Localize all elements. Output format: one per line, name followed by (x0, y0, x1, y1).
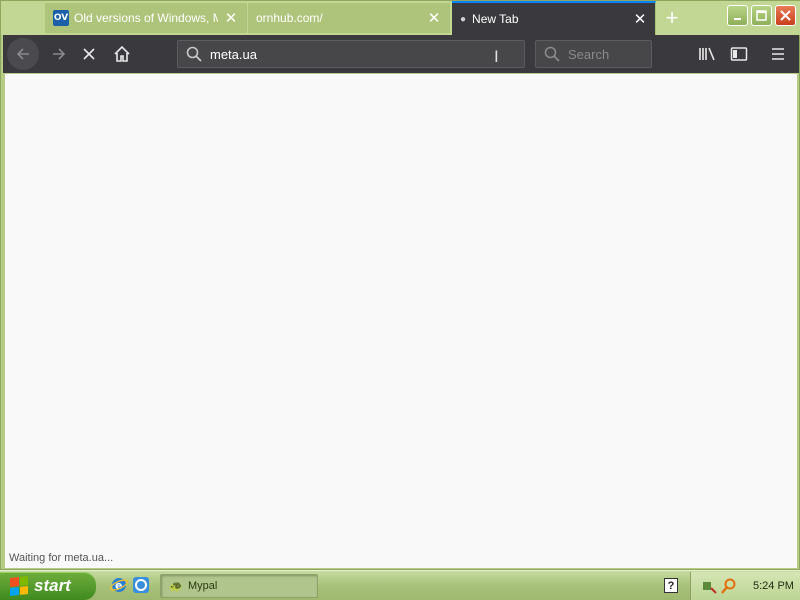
quicklaunch-browser[interactable] (132, 576, 150, 594)
search-bar[interactable]: Search (535, 40, 652, 68)
status-text: Waiting for meta.ua... (5, 550, 118, 566)
close-icon[interactable]: ✕ (224, 10, 238, 27)
close-icon[interactable]: ✕ (633, 11, 647, 28)
back-arrow-icon (16, 48, 29, 60)
stop-button[interactable] (73, 38, 105, 70)
tab-title: New Tab (472, 12, 519, 26)
home-icon (114, 45, 130, 62)
network-icon[interactable] (701, 578, 717, 594)
quicklaunch-ie[interactable]: e (110, 576, 128, 594)
url-text: meta.ua (210, 46, 257, 62)
magnifier-tray-icon[interactable] (721, 578, 737, 594)
back-button[interactable] (7, 38, 39, 70)
start-button[interactable]: start (0, 572, 96, 600)
clock[interactable]: 5:24 PM (753, 580, 794, 592)
taskbar-item-label: Mypal (188, 580, 218, 592)
minimize-button[interactable] (727, 5, 748, 26)
new-tab-button[interactable]: + (657, 3, 687, 33)
minimize-icon (733, 17, 741, 20)
tab-old-versions[interactable]: OV Old versions of Windows, Ma ✕ (45, 3, 247, 33)
maximize-button[interactable] (751, 5, 772, 26)
home-button[interactable] (106, 38, 138, 70)
start-label: start (34, 576, 71, 595)
library-button[interactable] (691, 38, 723, 70)
forward-button[interactable] (43, 38, 75, 70)
help-icon[interactable]: ? (664, 578, 678, 593)
window-close-button[interactable] (775, 5, 796, 26)
page-content[interactable] (5, 74, 797, 568)
library-icon (699, 47, 715, 61)
mypal-icon: 🐢 (169, 580, 183, 593)
search-placeholder: Search (568, 46, 610, 62)
windows-logo-icon (10, 576, 28, 596)
tab-new-tab[interactable]: ● New Tab ✕ (452, 1, 656, 35)
search-icon (544, 46, 560, 62)
tab-strip: OV Old versions of Windows, Ma ✕ ornhub.… (1, 1, 800, 35)
taskbar: start e 🐢 Mypal ? 5:24 PM (0, 570, 800, 600)
maximize-icon (756, 10, 767, 21)
forward-arrow-icon (53, 48, 66, 60)
hamburger-menu-icon (772, 48, 784, 60)
tab-title: ornhub.com/ (256, 11, 323, 25)
browser-shortcut-icon (133, 577, 149, 593)
stop-icon (83, 48, 95, 60)
system-tray: 5:24 PM (690, 572, 800, 600)
tab-title: Old versions of Windows, Ma (74, 11, 218, 25)
menu-button[interactable] (762, 38, 794, 70)
sidebar-button[interactable] (723, 38, 755, 70)
loading-dot-icon: ● (460, 13, 467, 25)
nav-toolbar: meta.ua I Search (3, 35, 799, 73)
browser-window: OV Old versions of Windows, Ma ✕ ornhub.… (0, 0, 800, 570)
ov-favicon-icon: OV (53, 10, 69, 26)
taskbar-item-mypal[interactable]: 🐢 Mypal (160, 574, 318, 598)
tab-second[interactable]: ornhub.com/ ✕ (248, 3, 450, 33)
url-bar[interactable]: meta.ua I (177, 40, 525, 68)
close-icon[interactable]: ✕ (427, 10, 441, 27)
search-icon (186, 46, 202, 62)
close-icon (780, 10, 791, 21)
sidebar-icon (730, 47, 748, 61)
text-cursor-icon: I (494, 47, 499, 66)
ie-icon: e (110, 578, 128, 592)
plus-icon: + (665, 5, 679, 30)
